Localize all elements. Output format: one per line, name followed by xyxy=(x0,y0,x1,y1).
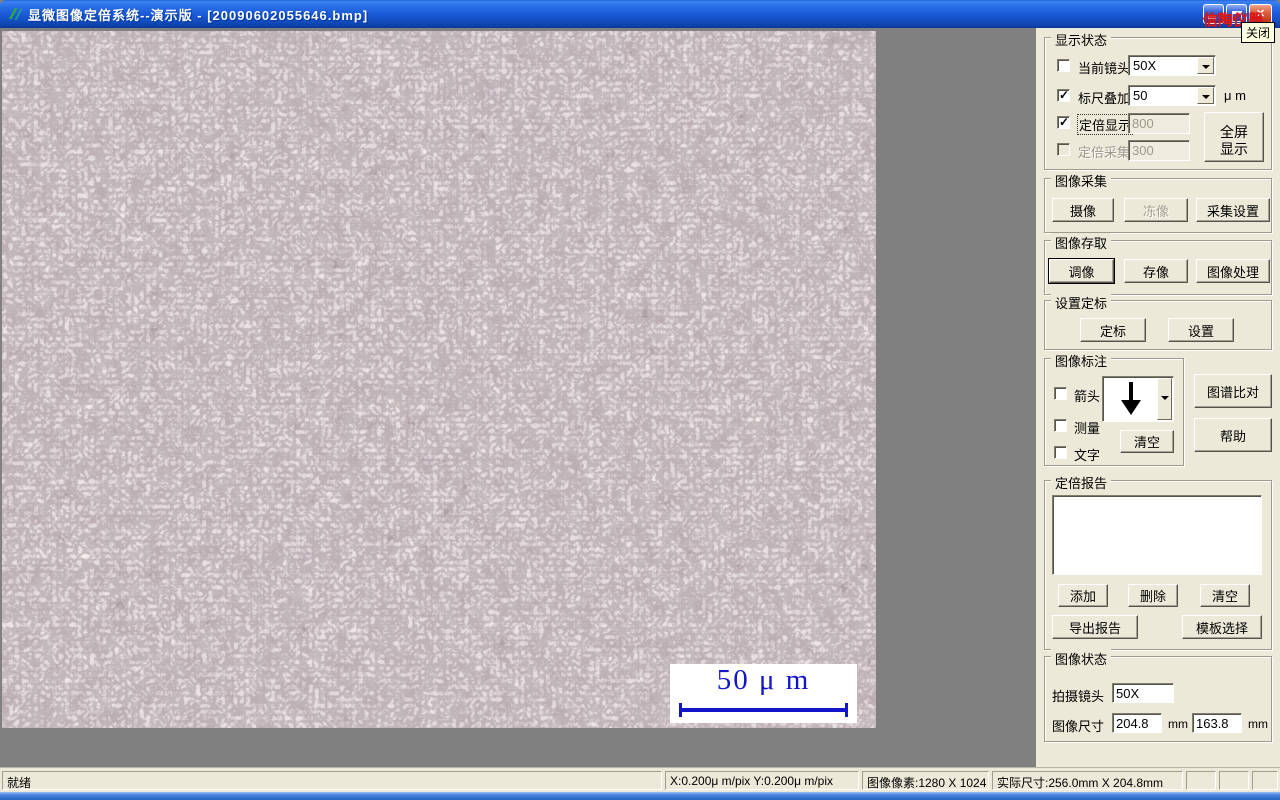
fixed-capture-label: 定倍采集 xyxy=(1078,145,1131,160)
dropdown-arrow-icon[interactable] xyxy=(1197,87,1214,104)
calibrate-button[interactable]: 定标 xyxy=(1080,318,1146,342)
capture-group-title: 图像采集 xyxy=(1051,171,1112,190)
report-listbox[interactable] xyxy=(1052,495,1262,575)
dropdown-arrow-icon[interactable] xyxy=(1197,57,1214,74)
report-clear-button[interactable]: 清空 xyxy=(1200,584,1250,607)
scale-bar-overlay: 50 μ m xyxy=(670,664,857,723)
status-image-pixels: 图像像素:1280 X 1024 xyxy=(862,771,989,790)
clear-annotation-button[interactable]: 清空 xyxy=(1120,430,1174,453)
report-group-title: 定倍报告 xyxy=(1051,473,1112,492)
status-bar: 就绪 X:0.200μ m/pix Y:0.200μ m/pix 图像像素:12… xyxy=(0,767,1280,792)
status-empty-2 xyxy=(1219,771,1249,790)
storage-group-title: 图像存取 xyxy=(1051,233,1112,252)
freeze-button: 冻像 xyxy=(1124,198,1188,222)
app-icon xyxy=(6,5,24,23)
shooting-lens-label: 拍摄镜头 xyxy=(1052,689,1105,704)
text-label: 文字 xyxy=(1074,448,1101,463)
client-area: 50 μ m xyxy=(0,28,1036,767)
annotation-group-title: 图像标注 xyxy=(1051,351,1112,370)
text-checkbox[interactable] xyxy=(1054,446,1067,459)
measure-label: 测量 xyxy=(1074,421,1101,436)
status-empty-3 xyxy=(1252,771,1278,790)
capture-settings-button[interactable]: 采集设置 xyxy=(1196,198,1270,222)
image-process-button[interactable]: 图像处理 xyxy=(1196,259,1270,283)
atlas-compare-button[interactable]: 图谱比对 xyxy=(1194,374,1272,408)
export-report-button[interactable]: 导出报告 xyxy=(1052,615,1138,639)
report-add-button[interactable]: 添加 xyxy=(1058,584,1108,607)
app-window: 显微图像定倍系统--演示版 - [20090602055646.bmp] 信陶仪… xyxy=(0,0,1280,800)
image-width-field[interactable]: 204.8 xyxy=(1112,713,1162,733)
calibration-group: 设置定标 xyxy=(1044,293,1272,350)
calibration-settings-button[interactable]: 设置 xyxy=(1168,318,1234,342)
template-select-button[interactable]: 模板选择 xyxy=(1182,615,1262,639)
current-lens-select[interactable]: 50X xyxy=(1128,55,1216,76)
current-lens-checkbox[interactable] xyxy=(1057,59,1070,72)
load-image-button[interactable]: 调像 xyxy=(1049,259,1114,283)
width-unit-label: mm xyxy=(1168,717,1188,731)
control-panel: 显示状态 当前镜头 50X 标尺叠加 50 μ m 定倍显示 800 定倍采集 … xyxy=(1036,28,1280,767)
status-empty-1 xyxy=(1186,771,1216,790)
height-unit-label: mm xyxy=(1248,717,1268,731)
fixed-display-label: 定倍显示 xyxy=(1076,114,1134,135)
shoot-button[interactable]: 摄像 xyxy=(1052,198,1114,222)
current-lens-label: 当前镜头 xyxy=(1078,61,1131,76)
display-status-title: 显示状态 xyxy=(1051,30,1112,49)
fixed-display-checkbox[interactable] xyxy=(1057,115,1070,129)
fixed-capture-checkbox xyxy=(1057,143,1070,156)
arrow-checkbox[interactable] xyxy=(1054,387,1067,400)
scale-bar-label: 50 μ m xyxy=(716,664,811,696)
fixed-capture-input: 300 xyxy=(1128,140,1190,161)
measure-checkbox[interactable] xyxy=(1054,419,1067,432)
close-tooltip: 关闭 xyxy=(1241,22,1276,43)
ruler-overlay-checkbox[interactable] xyxy=(1057,88,1070,102)
shooting-lens-field[interactable]: 50X xyxy=(1112,683,1174,703)
status-pixel-scale: X:0.200μ m/pix Y:0.200μ m/pix xyxy=(665,771,859,790)
arrow-style-select[interactable] xyxy=(1102,376,1174,422)
taskbar-edge xyxy=(0,792,1280,800)
report-delete-button[interactable]: 删除 xyxy=(1128,584,1178,607)
status-ready: 就绪 xyxy=(2,771,662,790)
microscope-image[interactable]: 50 μ m xyxy=(2,31,876,728)
image-status-group-title: 图像状态 xyxy=(1051,649,1112,668)
image-height-field[interactable]: 163.8 xyxy=(1192,713,1242,733)
scale-bar-line xyxy=(679,703,848,717)
fullscreen-button[interactable]: 全屏显示 xyxy=(1204,112,1264,162)
ruler-unit-label: μ m xyxy=(1224,88,1246,103)
ruler-value-select[interactable]: 50 xyxy=(1128,85,1216,106)
microstructure-texture xyxy=(2,31,876,728)
arrow-glyph-icon xyxy=(1120,382,1142,419)
arrow-label: 箭头 xyxy=(1074,389,1101,404)
ruler-overlay-label: 标尺叠加 xyxy=(1078,91,1131,106)
window-title: 显微图像定倍系统--演示版 - [20090602055646.bmp] xyxy=(28,7,369,23)
dropdown-arrow-icon[interactable] xyxy=(1157,378,1172,420)
status-actual-size: 实际尺寸:256.0mm X 204.8mm xyxy=(992,771,1183,790)
save-image-button[interactable]: 存像 xyxy=(1124,259,1188,283)
titlebar[interactable]: 显微图像定倍系统--演示版 - [20090602055646.bmp] xyxy=(0,0,1280,28)
ruler-value: 50 xyxy=(1133,88,1148,103)
fixed-display-input: 800 xyxy=(1128,113,1190,134)
help-button[interactable]: 帮助 xyxy=(1194,418,1272,452)
calibration-group-title: 设置定标 xyxy=(1051,293,1112,312)
current-lens-value: 50X xyxy=(1133,58,1157,73)
image-size-label: 图像尺寸 xyxy=(1052,719,1105,734)
